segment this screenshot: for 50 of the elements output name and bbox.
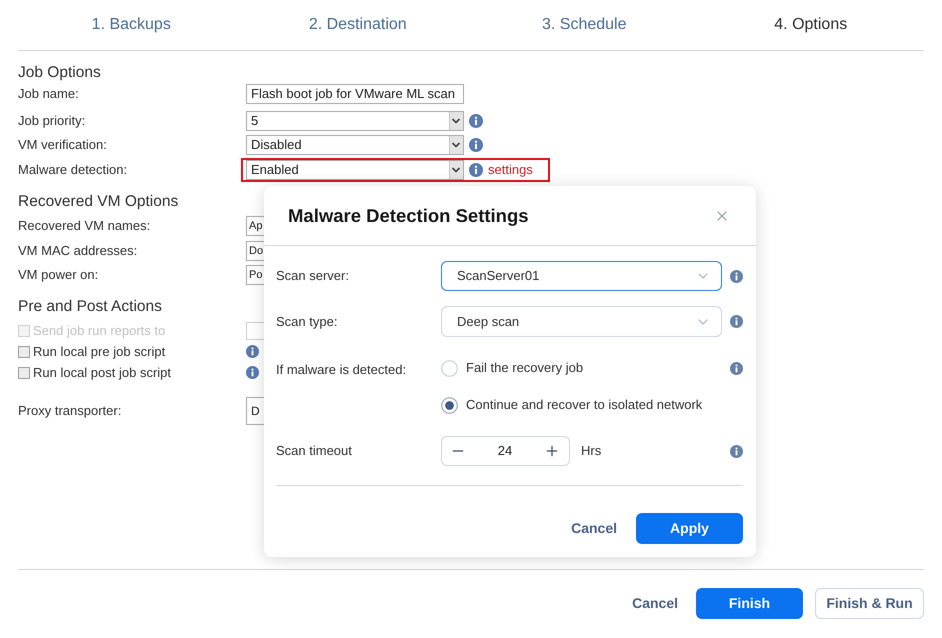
checkbox-label: Run local pre job script bbox=[33, 344, 166, 360]
checkbox[interactable] bbox=[18, 366, 30, 378]
input-field[interactable] bbox=[246, 322, 264, 340]
info-icon bbox=[246, 366, 259, 379]
field-label: Job name: bbox=[18, 86, 79, 102]
text-field[interactable]: Flash boot job for VMware ML scan bbox=[246, 84, 464, 104]
dropdown-select[interactable]: 5 bbox=[246, 111, 464, 131]
dropdown-select[interactable]: Deep scan bbox=[441, 306, 722, 337]
primary-button[interactable]: Apply bbox=[636, 513, 743, 544]
checkbox-label: Run local post job script bbox=[33, 364, 172, 380]
field-label: VM verification: bbox=[18, 137, 107, 153]
chevron-down-icon bbox=[449, 112, 463, 130]
section-heading: Job Options bbox=[18, 63, 101, 83]
settings-link[interactable]: settings bbox=[488, 162, 533, 178]
checkbox-label: Send job run reports to bbox=[33, 322, 166, 338]
number-stepper[interactable]: 24 bbox=[441, 436, 570, 466]
chevron-down-icon bbox=[449, 161, 463, 179]
field-label: VM power on: bbox=[18, 267, 98, 283]
field-label: Scan server: bbox=[276, 268, 349, 284]
section-heading: Pre and Post Actions bbox=[18, 297, 162, 317]
dialog-title: Malware Detection Settings bbox=[288, 204, 529, 228]
field-label: Job priority: bbox=[18, 113, 86, 129]
field-label: VM MAC addresses: bbox=[18, 243, 138, 259]
text-button[interactable]: Cancel bbox=[563, 513, 625, 544]
field-label: Malware detection: bbox=[18, 162, 128, 178]
field-label: Scan type: bbox=[276, 314, 338, 330]
dropdown-select[interactable]: ScanServer01 bbox=[441, 261, 722, 291]
info-icon bbox=[246, 345, 259, 358]
field-label: If malware is detected: bbox=[276, 362, 406, 378]
wizard-step-tab[interactable]: 1. Backups bbox=[92, 13, 171, 37]
radio-button[interactable] bbox=[441, 396, 458, 414]
wizard-step-tab[interactable]: 4. Options bbox=[774, 13, 848, 37]
radio-label: Fail the recovery job bbox=[466, 360, 584, 376]
field-label: Proxy transporter: bbox=[18, 403, 122, 419]
radio-button[interactable] bbox=[441, 360, 458, 376]
section-heading: Recovered VM Options bbox=[18, 192, 178, 212]
field-label: Recovered VM names: bbox=[18, 218, 150, 234]
dropdown-select[interactable]: Disabled bbox=[246, 135, 464, 155]
plus-icon[interactable] bbox=[544, 443, 560, 459]
unit-label: Hrs bbox=[581, 443, 602, 459]
text-button[interactable]: Cancel bbox=[626, 588, 684, 619]
outline-button[interactable]: Finish & Run bbox=[815, 588, 924, 619]
wizard-step-tab[interactable]: 2. Destination bbox=[308, 13, 407, 37]
checkbox[interactable] bbox=[18, 346, 30, 358]
wizard-step-tab[interactable]: 3. Schedule bbox=[542, 13, 626, 37]
primary-button[interactable]: Finish bbox=[696, 588, 803, 619]
dropdown-select[interactable]: Enabled bbox=[246, 160, 464, 180]
field-label: Scan timeout bbox=[276, 443, 352, 459]
chevron-down-icon bbox=[449, 136, 463, 154]
radio-label: Continue and recover to isolated network bbox=[466, 397, 702, 413]
